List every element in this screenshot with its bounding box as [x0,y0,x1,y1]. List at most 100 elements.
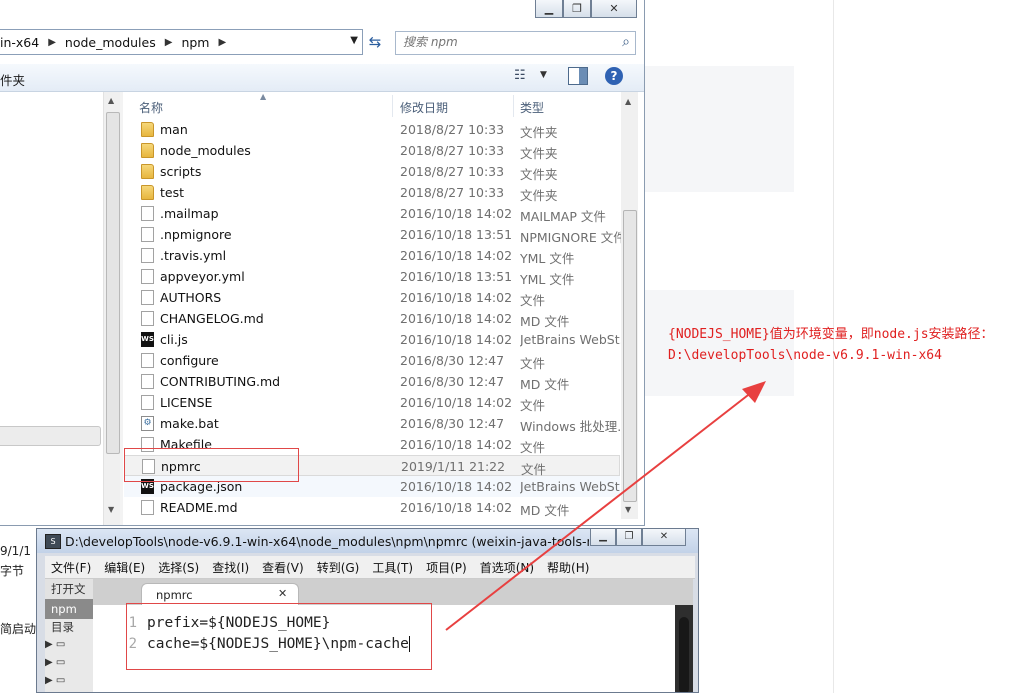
menu-item[interactable]: 文件(F) [45,559,98,576]
folder-tree-item[interactable]: ▶ ▭ [45,675,65,686]
editor-close-button[interactable]: ✕ [642,529,686,546]
view-options-icon[interactable]: ☷ [514,68,526,83]
refresh-icon[interactable]: ⇆ [364,31,386,53]
pane-splitter[interactable] [120,92,123,525]
file-date: 2016/10/18 14:02 [400,500,513,515]
column-type[interactable]: 类型 [520,99,544,116]
scroll-down-icon[interactable]: ▼ [625,505,631,514]
help-icon[interactable]: ? [605,67,623,85]
close-button[interactable]: ✕ [591,0,637,18]
maximize-button[interactable]: ❐ [563,0,591,18]
file-row[interactable]: .mailmap 2016/10/18 14:02 MAILMAP 文件 [124,203,620,224]
column-divider[interactable] [513,95,514,117]
menu-item[interactable]: 查找(I) [206,559,256,576]
file-date: 2016/10/18 14:02 [400,437,513,452]
chevron-right-icon[interactable]: ▶ [214,37,230,48]
close-icon[interactable]: ✕ [278,587,287,600]
menu-item[interactable]: 转到(G) [311,559,367,576]
breadcrumb-item[interactable]: node_modules [60,35,161,50]
sidebar-active-file[interactable]: npm [45,599,93,619]
menu-item[interactable]: 选择(S) [152,559,206,576]
file-row[interactable]: WS cli.js 2016/10/18 14:02 JetBrains WebSt.… [124,329,621,350]
file-date: 2016/10/18 14:02 [400,395,513,410]
sort-ascending-icon: ▲ [260,92,267,101]
sidebar-open-files[interactable]: 打开文 [45,579,93,599]
chevron-down-icon[interactable]: ▼ [350,35,358,46]
file-row[interactable]: AUTHORS 2016/10/18 14:02 文件 [124,287,620,308]
file-row[interactable]: LICENSE 2016/10/18 14:02 文件 [124,392,620,413]
file-date: 2016/10/18 14:02 [400,206,513,221]
file-list-scrollbar[interactable]: ▲ ▼ [621,92,638,519]
file-name: make.bat [160,416,219,431]
command-toolbar: 件夹 ☷ ▼ ? [0,64,644,92]
column-date[interactable]: 修改日期 [400,99,448,116]
column-name[interactable]: 名称 [139,99,163,116]
menu-item[interactable]: 编辑(E) [98,559,152,576]
chevron-right-icon[interactable]: ▶ [161,37,177,48]
file-name: node_modules [160,143,251,158]
scroll-up-icon[interactable]: ▲ [108,96,114,105]
chevron-right-icon[interactable]: ▶ [44,37,60,48]
chevron-right-icon[interactable]: ▶ [45,675,53,686]
explorer-window: ▁ ❐ ✕ in-x64 ▶ node_modules ▶ npm ▶ ▼ ⇆ … [0,0,645,526]
file-date: 2016/10/18 14:02 [400,332,513,347]
search-box[interactable]: ⌕ [395,31,636,55]
file-row[interactable]: .npmignore 2016/10/18 13:51 NPMIGNORE 文件 [124,224,621,245]
file-name: LICENSE [160,395,213,410]
column-divider[interactable] [392,95,393,117]
menu-item[interactable]: 查看(V) [256,559,311,576]
breadcrumb-item[interactable]: in-x64 [0,35,44,50]
background-date-text: 9/1/1 [0,544,31,558]
tab-label: npmrc [156,588,193,602]
file-icon [141,227,154,242]
breadcrumb-item[interactable]: npm [176,35,214,50]
file-icon [141,311,154,326]
file-row[interactable]: ⚙ make.bat 2016/8/30 12:47 Windows 批处理... [124,413,621,434]
scroll-down-icon[interactable]: ▼ [108,505,114,514]
chevron-right-icon[interactable]: ▶ [45,657,53,668]
file-name: appveyor.yml [160,269,245,284]
editor-minimize-button[interactable]: ▁ [590,529,616,546]
menu-item[interactable]: 首选项(N) [474,559,541,576]
navigation-scrollbar[interactable]: ▲ ▼ [103,92,121,525]
menu-item[interactable]: 帮助(H) [541,559,596,576]
search-icon[interactable]: ⌕ [622,34,630,50]
navigation-pane[interactable] [0,92,120,525]
file-row[interactable]: CHANGELOG.md 2016/10/18 14:02 MD 文件 [124,308,620,329]
scrollbar-thumb[interactable] [679,617,689,692]
scrollbar-thumb[interactable] [106,112,120,454]
folder-tree-item[interactable]: ▶ ▭ [45,639,65,650]
chevron-down-icon[interactable]: ▼ [540,70,547,80]
file-row[interactable]: node_modules 2018/8/27 10:33 文件夹 [124,140,620,161]
editor-title-bar[interactable]: S D:\developTools\node-v6.9.1-win-x64\no… [37,529,698,553]
file-icon [141,206,154,221]
minimize-button[interactable]: ▁ [535,0,563,18]
new-folder-button[interactable]: 件夹 [0,70,25,89]
file-type: 文件 [520,356,546,371]
folder-tree-item[interactable]: ▶ ▭ [45,657,65,668]
file-date: 2019/1/11 21:22 [401,459,506,474]
file-row[interactable]: .travis.yml 2016/10/18 14:02 YML 文件 [124,245,620,266]
preview-pane-icon[interactable] [568,67,588,85]
file-row[interactable]: configure 2016/8/30 12:47 文件 [124,350,620,371]
menu-item[interactable]: 工具(T) [366,559,420,576]
file-row[interactable]: test 2018/8/27 10:33 文件夹 [124,182,620,203]
editor-scrollbar[interactable] [675,605,693,692]
file-name: man [160,122,188,137]
sidebar-folders: 目录 [51,620,74,634]
address-bar[interactable]: in-x64 ▶ node_modules ▶ npm ▶ ▼ [0,29,363,55]
file-row[interactable]: man 2018/8/27 10:33 文件夹 [124,119,620,140]
file-row[interactable]: README.md 2016/10/18 14:02 MD 文件 [124,497,620,518]
editor-maximize-button[interactable]: ❐ [616,529,642,546]
menu-item[interactable]: 项目(P) [420,559,474,576]
file-type: 文件 [520,398,546,413]
scrollbar-thumb[interactable] [623,210,637,502]
chevron-down-icon[interactable]: ▶ [45,639,53,650]
file-row[interactable]: CONTRIBUTING.md 2016/8/30 12:47 MD 文件 [124,371,620,392]
file-date: 2016/10/18 13:51 [400,227,513,242]
file-row[interactable]: appveyor.yml 2016/10/18 13:51 YML 文件 [124,266,620,287]
search-input[interactable] [396,32,610,52]
file-row[interactable]: scripts 2018/8/27 10:33 文件夹 [124,161,620,182]
scroll-up-icon[interactable]: ▲ [625,97,631,106]
navigation-horizontal-scrollbar[interactable] [0,426,101,446]
